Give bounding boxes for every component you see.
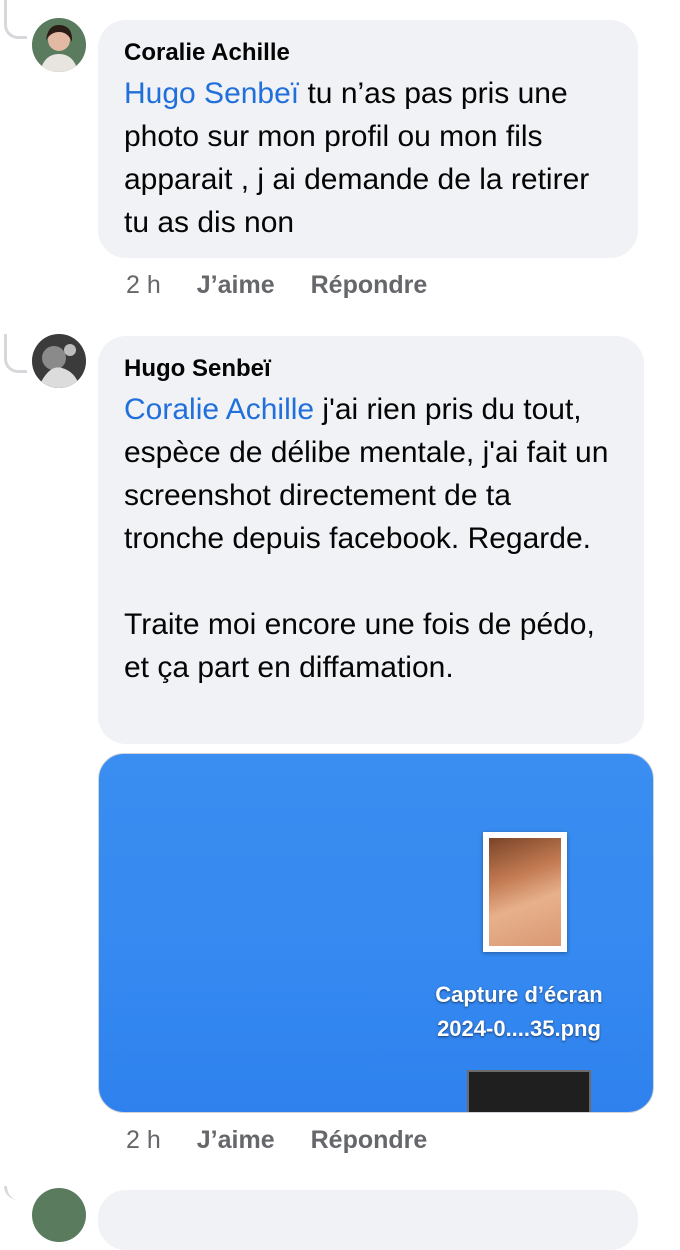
comment-bubble-next <box>98 1190 638 1250</box>
comment-timestamp[interactable]: 2 h <box>126 271 161 300</box>
file-name-line: 2024-0....35.png <box>437 1016 601 1041</box>
avatar-hugo[interactable] <box>32 334 86 388</box>
comment-bubble: Coralie Achille Hugo Senbeï tu n’as pas … <box>98 20 638 258</box>
mention-link[interactable]: Hugo Senbeï <box>124 77 299 110</box>
reply-button[interactable]: Répondre <box>311 271 428 300</box>
comment-author[interactable]: Coralie Achille <box>124 38 612 68</box>
like-button[interactable]: J’aime <box>197 1126 275 1155</box>
comment-timestamp[interactable]: 2 h <box>126 1126 161 1155</box>
thread-connector <box>4 334 27 373</box>
comment-text: Coralie Achille j'ai rien pris du tout, … <box>124 388 618 689</box>
file-name-line: Capture d’écran <box>435 982 603 1007</box>
thread-connector <box>4 0 27 39</box>
reply-button[interactable]: Répondre <box>311 1126 428 1155</box>
avatar-image <box>32 334 86 388</box>
file-thumbnail <box>483 832 567 952</box>
comment-actions: 2 h J’aime Répondre <box>126 271 427 300</box>
file-name: Capture d’écran 2024-0....35.png <box>399 978 639 1046</box>
comment-author[interactable]: Hugo Senbeï <box>124 354 618 384</box>
like-button[interactable]: J’aime <box>197 271 275 300</box>
comment-bubble: Hugo Senbeï Coralie Achille j'ai rien pr… <box>98 336 644 744</box>
mention-link[interactable]: Coralie Achille <box>124 393 314 426</box>
image-attachment[interactable]: Capture d’écran 2024-0....35.png <box>98 753 654 1113</box>
thumbnail-image <box>489 838 561 946</box>
second-file-thumbnail <box>467 1070 591 1112</box>
avatar-image <box>32 18 86 72</box>
thread-connector <box>4 1186 27 1200</box>
comment-actions: 2 h J’aime Répondre <box>126 1126 427 1155</box>
avatar-next-comment[interactable] <box>32 1188 86 1242</box>
comment-text: Hugo Senbeï tu n’as pas pris une photo s… <box>124 72 612 244</box>
comment-body: j'ai rien pris du tout, espèce de délibe… <box>124 393 609 684</box>
avatar-coralie[interactable] <box>32 18 86 72</box>
